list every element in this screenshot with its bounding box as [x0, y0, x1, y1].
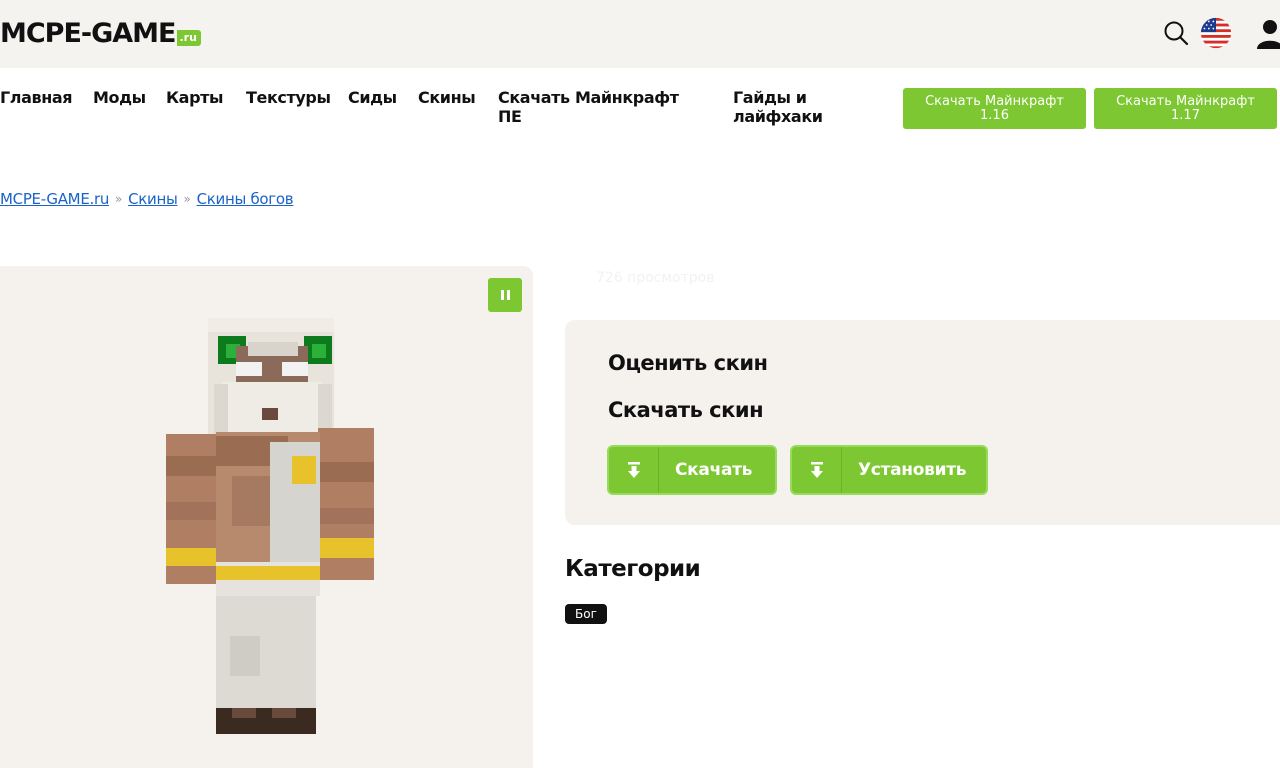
pause-icon-bar [506, 290, 510, 300]
nav-item-download-mcpe[interactable]: Скачать Майнкрафт ПЕ [498, 88, 679, 126]
pause-animation-button[interactable] [488, 278, 522, 312]
download-minecraft-116-button[interactable]: Скачать Майнкрафт 1.16 [903, 88, 1086, 129]
download-button[interactable]: Скачать [607, 445, 777, 495]
pause-icon-bar [500, 290, 504, 300]
nav-item-mods[interactable]: Моды [93, 88, 146, 107]
breadcrumb-skins-link[interactable]: Скины [128, 190, 178, 208]
button-label-line2: 1.17 [1171, 107, 1200, 123]
nav-item-home[interactable]: Главная [0, 88, 73, 107]
download-icon [609, 447, 659, 493]
nav-item-seeds[interactable]: Сиды [348, 88, 397, 107]
search-icon[interactable] [1160, 16, 1192, 50]
nav-item-skins[interactable]: Скины [418, 88, 476, 107]
user-icon[interactable] [1252, 16, 1280, 50]
us-flag-icon[interactable] [1200, 16, 1232, 50]
breadcrumb-separator: » [115, 192, 123, 206]
main-nav: Главная Моды Карты Текстуры Сиды Скины С… [0, 88, 1280, 138]
breadcrumb-home-link[interactable]: MCPE-GAME.ru [0, 190, 109, 208]
button-label-line1: Скачать Майнкрафт [1116, 93, 1255, 109]
install-button-label: Установить [858, 460, 967, 480]
download-button-label: Скачать [675, 460, 753, 480]
nav-item-guides[interactable]: Гайды и лайфхаки [733, 88, 823, 126]
download-minecraft-117-button[interactable]: Скачать Майнкрафт 1.17 [1094, 88, 1277, 129]
category-tag-god[interactable]: Бог [565, 604, 607, 624]
logo-tld-badge: .ru [176, 30, 201, 46]
nav-item-maps[interactable]: Карты [166, 88, 223, 107]
skin-preview[interactable] [0, 266, 533, 768]
button-label-line1: Скачать Майнкрафт [925, 93, 1064, 109]
breadcrumb-separator: » [183, 192, 191, 206]
nav-item-label-line2: ПЕ [498, 107, 522, 126]
skin-3d-model [166, 318, 374, 734]
install-button[interactable]: Установить [790, 445, 988, 495]
nav-item-label-line1: Гайды и [733, 88, 807, 107]
download-skin-heading: Скачать скин [608, 398, 764, 422]
site-logo[interactable]: MCPE-GAME .ru [0, 19, 201, 49]
categories-heading: Категории [565, 556, 701, 582]
breadcrumb: MCPE-GAME.ru » Скины » Скины богов [0, 190, 294, 208]
install-icon [792, 447, 842, 493]
button-label-line2: 1.16 [980, 107, 1009, 123]
nav-item-label-line1: Скачать Майнкрафт [498, 88, 679, 107]
nav-item-label-line2: лайфхаки [733, 107, 823, 126]
nav-item-textures[interactable]: Текстуры [246, 88, 331, 107]
view-count: 726 просмотров [596, 270, 715, 286]
breadcrumb-god-skins-link[interactable]: Скины богов [197, 190, 294, 208]
logo-text: MCPE-GAME [0, 18, 176, 49]
rate-skin-heading: Оценить скин [608, 351, 768, 375]
